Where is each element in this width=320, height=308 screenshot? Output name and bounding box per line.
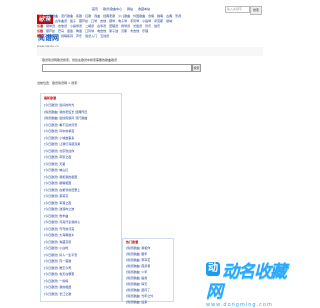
latest-header: 最新歌谱 — [44, 96, 57, 100]
links-row-label: 简谱 — [37, 14, 44, 18]
category-link[interactable]: 戏曲 — [94, 14, 100, 18]
category-link[interactable]: 民歌 — [76, 14, 82, 18]
category-link[interactable]: 声乐 — [76, 34, 82, 38]
category-link[interactable]: 手风琴 — [130, 19, 139, 23]
category-link[interactable]: 乐理 — [142, 29, 148, 33]
latest-panel: 最新歌谱 [今日歌谱] 最好的时光 [简谱歌曲] 我的老班长 经典怀旧 [简谱歌曲]… — [40, 93, 122, 302]
category-link[interactable]: 竖笛 — [67, 29, 73, 33]
category-link[interactable]: 唢呐 — [166, 19, 172, 23]
category-link[interactable]: 少儿歌曲 — [118, 14, 130, 18]
category-link[interactable]: 葫芦丝 — [79, 19, 88, 23]
category-link[interactable]: 五线谱 — [100, 34, 109, 38]
category-link[interactable]: 小提琴 — [142, 19, 151, 23]
category-link[interactable]: 电子琴 — [118, 19, 127, 23]
category-link[interactable]: 口琴 — [91, 19, 97, 23]
category-link[interactable]: 口风琴 — [85, 29, 94, 33]
search-button[interactable]: 搜索 — [192, 64, 201, 72]
category-link[interactable]: 扬琴谱 — [121, 24, 130, 28]
links-row: 教程 乐理知识 视唱练耳 声乐 简谱入门 五线谱 — [37, 34, 263, 39]
category-link[interactable]: 古筝谱 — [97, 24, 106, 28]
category-link[interactable]: 木吉他 — [130, 29, 139, 33]
links-row-label: 乐器 — [37, 29, 44, 33]
category-link[interactable]: 管乐 — [145, 24, 151, 28]
category-link[interactable]: 流行歌曲 — [61, 14, 73, 18]
category-link[interactable]: 红歌 — [85, 14, 91, 18]
topnav-item-2[interactable]: 网站 — [127, 7, 133, 11]
breadcrumb: 当前位置：歌谱简谱网 > 搜索 — [37, 81, 78, 85]
search-hint: 歌谱简谱网歌谱搜索，供您在歌谱中搜索需要的歌曲歌谱 — [42, 58, 118, 62]
top-search-input[interactable]: 输入关键字 — [225, 6, 250, 13]
latest-item[interactable]: [今日歌谱] 长江之歌 — [44, 291, 121, 298]
category-link[interactable]: 笛子 — [70, 19, 76, 23]
hot-panel: 热门歌谱 [简谱歌曲] 我和你 [简谱歌曲] 童年 [简谱歌曲] 萱草花 [简谱歌曲]… — [122, 238, 174, 305]
category-link[interactable]: 电吉他 — [97, 29, 106, 33]
search-input[interactable] — [42, 64, 192, 72]
category-link[interactable]: 视唱练耳 — [61, 34, 73, 38]
category-link[interactable]: 古典 — [166, 14, 172, 18]
category-link[interactable]: 弦乐 — [154, 24, 160, 28]
category-link[interactable]: 乐理知识 — [46, 34, 58, 38]
links-row-label: 乐谱 — [37, 24, 44, 28]
category-link[interactable]: 合唱 — [148, 14, 154, 18]
category-link[interactable]: 影视 — [175, 14, 181, 18]
ad-banner — [37, 47, 263, 56]
category-link[interactable]: 小提琴谱 — [70, 24, 82, 28]
category-link[interactable]: 简谱入门 — [85, 34, 97, 38]
category-link[interactable]: 独唱 — [157, 14, 163, 18]
category-link[interactable]: 长笛谱 — [133, 24, 142, 28]
category-links: 简谱 儿童歌曲 流行歌曲 民歌 红歌 戏曲 经典老歌 少儿歌曲 外国歌曲 合唱 独唱 古典 影视二胡曲谱… — [37, 14, 263, 39]
hot-list: [简谱歌曲] 我和你 [简谱歌曲] 童年 [简谱歌曲] 萱草花 [简谱歌曲] 孤勇者[… — [123, 245, 173, 305]
topnav-item-0[interactable]: 首页 — [92, 7, 98, 11]
category-link[interactable]: 二胡曲谱 — [40, 19, 52, 23]
category-link[interactable]: 钢琴谱 — [46, 24, 55, 28]
category-link[interactable]: 葫芦丝 — [46, 29, 55, 33]
category-link[interactable]: 吉他谱 — [58, 24, 67, 28]
topnav-item-1[interactable]: 歌谱/歌曲中心 — [103, 7, 122, 11]
latest-list: [今日歌谱] 最好的时光 [简谱歌曲] 我的老班长 经典怀旧 [简谱歌曲] 最炫民族… — [41, 102, 121, 297]
category-link[interactable]: 儿童歌曲 — [46, 14, 58, 18]
watermark-logo-icon: 动 — [206, 262, 220, 276]
watermark: 动动名收藏网 www.dongming.com — [206, 262, 292, 308]
category-link[interactable]: 外国歌曲 — [133, 14, 145, 18]
category-link[interactable]: 古筝曲谱 — [55, 19, 67, 23]
category-link[interactable]: 钢琴 — [109, 19, 115, 23]
watermark-url: www.dongming.com — [206, 302, 273, 308]
category-link[interactable]: 二胡谱 — [85, 24, 94, 28]
top-nav: 首页 歌谱/歌曲中心 网站 收藏本站 — [92, 7, 154, 11]
category-link[interactable]: 巴乌 — [58, 29, 64, 33]
category-link[interactable]: 贝斯 — [121, 29, 127, 33]
category-link[interactable]: 琵琶谱 — [109, 24, 118, 28]
topnav-item-3[interactable]: 收藏本站 — [138, 7, 150, 11]
links-row-label: 教程 — [37, 34, 44, 38]
category-link[interactable]: 萨克斯 — [154, 19, 163, 23]
category-link[interactable]: 架子鼓 — [109, 29, 118, 33]
category-link[interactable]: 陶笛 — [76, 29, 82, 33]
category-link[interactable]: 经典老歌 — [103, 14, 115, 18]
category-link[interactable]: 吉他 — [100, 19, 106, 23]
